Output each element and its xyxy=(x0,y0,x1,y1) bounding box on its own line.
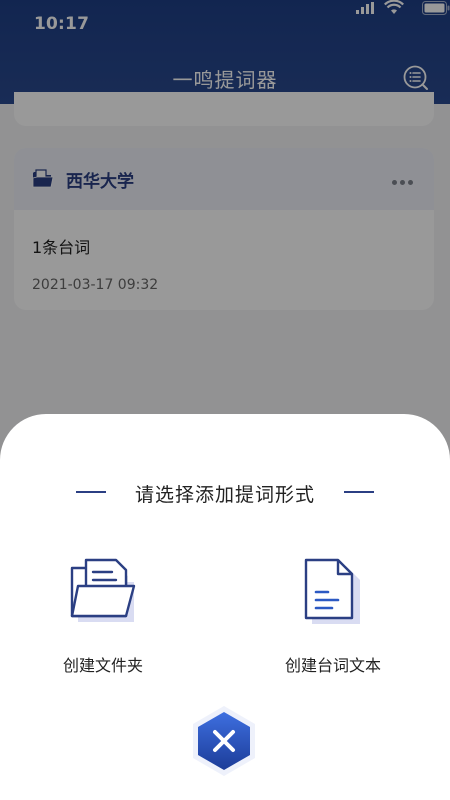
document-icon xyxy=(304,558,360,624)
sheet-title: 请选择添加提词形式 xyxy=(134,484,315,506)
create-folder-label: 创建文件夹 xyxy=(62,656,143,675)
create-script-text-label: 创建台词文本 xyxy=(284,656,381,675)
close-icon[interactable] xyxy=(189,704,259,778)
folder-icon xyxy=(70,558,136,622)
title-divider-right xyxy=(344,491,374,493)
create-script-text-button[interactable]: 创建台词文本 xyxy=(243,556,423,676)
create-folder-button[interactable]: 创建文件夹 xyxy=(13,556,193,676)
sheet-title-row: 请选择添加提词形式 xyxy=(0,480,450,506)
add-type-sheet: 请选择添加提词形式 创建文件夹 创建台词文本 xyxy=(0,414,450,800)
